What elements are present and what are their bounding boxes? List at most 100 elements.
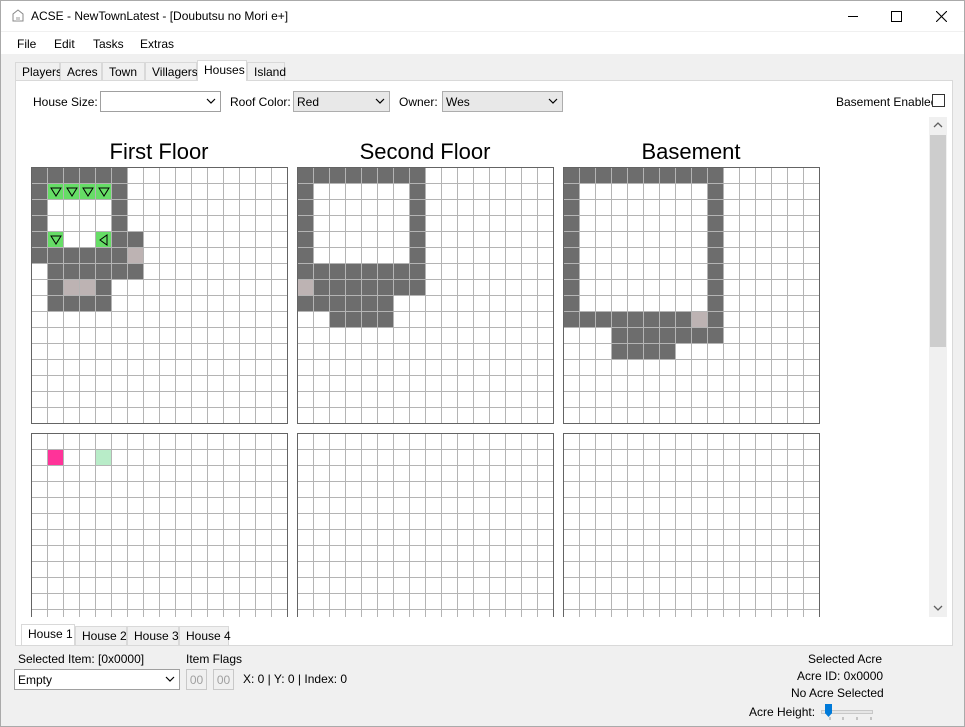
second-floor-grid[interactable] [297,167,554,424]
door-cell[interactable] [64,280,80,296]
wall-cell[interactable] [644,344,660,360]
menu-tasks[interactable]: Tasks [93,37,124,51]
item-cell[interactable] [48,184,64,200]
wall-cell[interactable] [708,200,724,216]
wall-cell[interactable] [32,200,48,216]
door-cell[interactable] [80,280,96,296]
house-size-select[interactable] [100,91,221,112]
wall-cell[interactable] [314,264,330,280]
wall-cell[interactable] [378,280,394,296]
wall-cell[interactable] [708,216,724,232]
wall-cell[interactable] [410,184,426,200]
tab-town[interactable]: Town [102,62,145,81]
wall-cell[interactable] [32,248,48,264]
wall-cell[interactable] [628,344,644,360]
wall-cell[interactable] [362,280,378,296]
wall-cell[interactable] [708,248,724,264]
wall-cell[interactable] [330,280,346,296]
acre-height-slider-thumb[interactable] [825,704,832,717]
wall-cell[interactable] [410,216,426,232]
item-flag-2-field[interactable]: 00 [213,669,234,690]
wall-cell[interactable] [378,168,394,184]
tab-acres[interactable]: Acres [60,62,102,81]
wall-cell[interactable] [346,296,362,312]
wall-cell[interactable] [676,328,692,344]
wall-cell[interactable] [410,248,426,264]
wall-cell[interactable] [596,312,612,328]
wall-cell[interactable] [346,312,362,328]
wall-cell[interactable] [112,200,128,216]
maximize-button[interactable] [873,1,919,31]
wall-cell[interactable] [64,248,80,264]
wall-cell[interactable] [378,312,394,328]
wall-cell[interactable] [708,328,724,344]
wall-cell[interactable] [362,296,378,312]
wall-cell[interactable] [48,248,64,264]
wall-cell[interactable] [96,296,112,312]
item-cell[interactable] [48,450,64,466]
item-cell[interactable] [96,232,112,248]
wall-cell[interactable] [64,296,80,312]
wall-cell[interactable] [394,168,410,184]
wall-cell[interactable] [112,184,128,200]
wall-cell[interactable] [612,312,628,328]
tab-house-3[interactable]: House 3 [127,626,179,645]
selected-item-select[interactable]: Empty [14,669,180,690]
wall-cell[interactable] [708,312,724,328]
tab-players[interactable]: Players [15,62,62,81]
chevron-up-icon[interactable] [933,121,943,129]
wall-cell[interactable] [298,184,314,200]
wall-cell[interactable] [128,264,144,280]
wall-cell[interactable] [80,248,96,264]
item-cell[interactable] [48,232,64,248]
door-cell[interactable] [692,312,708,328]
wall-cell[interactable] [564,168,580,184]
item-flag-1-field[interactable]: 00 [186,669,207,690]
wall-cell[interactable] [410,264,426,280]
wall-cell[interactable] [644,168,660,184]
wall-cell[interactable] [564,312,580,328]
wall-cell[interactable] [394,264,410,280]
door-cell[interactable] [298,280,314,296]
scrollbar-thumb[interactable] [930,135,946,347]
wall-cell[interactable] [394,280,410,296]
wall-cell[interactable] [378,264,394,280]
second-floor-items-grid[interactable] [297,433,554,617]
menu-extras[interactable]: Extras [140,37,174,51]
wall-cell[interactable] [64,168,80,184]
item-cell[interactable] [96,184,112,200]
roof-color-select[interactable]: Red [293,91,390,112]
wall-cell[interactable] [708,168,724,184]
wall-cell[interactable] [80,296,96,312]
vertical-scrollbar[interactable] [929,117,947,617]
wall-cell[interactable] [96,248,112,264]
wall-cell[interactable] [660,344,676,360]
wall-cell[interactable] [330,264,346,280]
basement-enabled-checkbox[interactable] [932,94,945,107]
wall-cell[interactable] [64,264,80,280]
tab-houses[interactable]: Houses [197,60,247,81]
wall-cell[interactable] [330,296,346,312]
tab-island[interactable]: Island [247,62,286,81]
wall-cell[interactable] [96,280,112,296]
wall-cell[interactable] [112,216,128,232]
wall-cell[interactable] [612,344,628,360]
wall-cell[interactable] [128,232,144,248]
wall-cell[interactable] [692,168,708,184]
menu-file[interactable]: File [17,37,36,51]
wall-cell[interactable] [314,296,330,312]
wall-cell[interactable] [564,232,580,248]
wall-cell[interactable] [80,168,96,184]
close-button[interactable] [918,1,964,31]
wall-cell[interactable] [628,168,644,184]
wall-cell[interactable] [628,328,644,344]
wall-cell[interactable] [410,168,426,184]
wall-cell[interactable] [32,168,48,184]
wall-cell[interactable] [708,184,724,200]
wall-cell[interactable] [612,328,628,344]
wall-cell[interactable] [580,312,596,328]
wall-cell[interactable] [644,312,660,328]
wall-cell[interactable] [362,168,378,184]
basement-items-grid[interactable] [563,433,820,617]
wall-cell[interactable] [410,200,426,216]
